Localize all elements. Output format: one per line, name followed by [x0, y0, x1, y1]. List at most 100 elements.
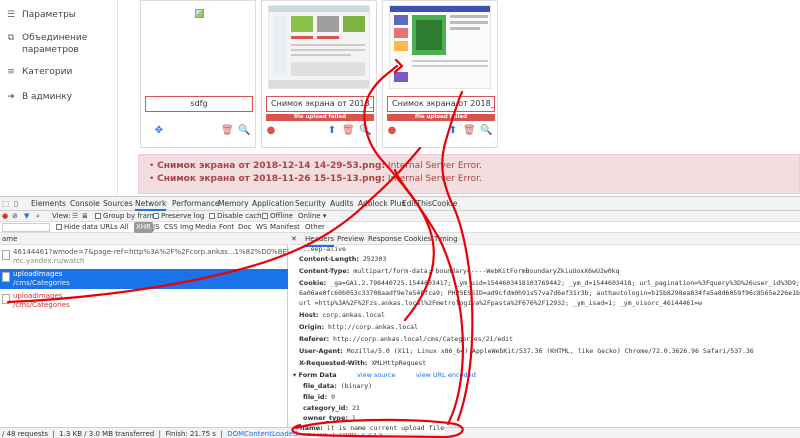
zoom-icon[interactable]: 🔍 — [359, 125, 371, 137]
list-view-icon[interactable]: ☰ — [72, 211, 78, 222]
image-thumbnail — [147, 5, 249, 89]
throttling-select[interactable]: Online ▾ — [298, 211, 326, 222]
disable-cache-checkbox[interactable]: Disable cache — [209, 211, 266, 222]
tab-security[interactable]: Security — [295, 197, 326, 211]
error-icon: ● — [387, 125, 397, 136]
file-icon — [2, 272, 10, 282]
image-thumbnail — [389, 5, 491, 89]
header-row: Referer: http://corp.ankas.local/cms/Cat… — [299, 335, 514, 343]
upload-failed-bar: file upload failed — [266, 114, 374, 121]
request-row[interactable]: uploadImages /cms/Categories — [0, 291, 288, 311]
image-thumbnail — [268, 5, 370, 89]
network-toolbar: ● ⊘ ▼ ⌕ View: ☰ ≣ Group by frame Preserv… — [0, 211, 800, 222]
sliders-icon: ☰ — [6, 10, 16, 20]
close-icon[interactable]: ✕ — [291, 233, 297, 245]
upload-icon[interactable]: ⬆ — [326, 125, 338, 137]
view-url-encoded-link[interactable]: view URL encoded — [416, 371, 476, 379]
type-filter-font[interactable]: Font — [219, 222, 234, 233]
image-card: Снимок экрана от 2018_11_26 15_ file upl… — [382, 0, 498, 148]
tab-performance[interactable]: Performance — [172, 197, 220, 211]
search-icon[interactable]: ⌕ — [36, 211, 40, 222]
tab-audits[interactable]: Audits — [330, 197, 354, 211]
tab-application[interactable]: Application — [252, 197, 294, 211]
type-filter-css[interactable]: CSS — [164, 222, 178, 233]
tab-editthiscookie[interactable]: EditThisCookie — [402, 197, 457, 211]
type-filter-ws[interactable]: WS — [256, 222, 267, 233]
hide-data-urls-checkbox[interactable]: Hide data URLs — [56, 222, 118, 233]
error-message: • Снимок экрана от 2018-12-14 14-29-53.p… — [149, 161, 482, 171]
image-name-input[interactable]: sdfg — [145, 96, 253, 112]
form-data-row-name: name: it is name current upload file — [300, 424, 445, 433]
tab-elements[interactable]: Elements — [31, 197, 66, 211]
request-row[interactable]: uploadImages /cms/Categories — [0, 269, 288, 289]
list-icon: ≡ — [7, 67, 15, 77]
sidebar-item-label: Объединение параметров — [22, 33, 88, 55]
form-data-section[interactable]: ▾ Form Data view source view URL encoded — [293, 371, 476, 380]
preserve-log-checkbox[interactable]: Preserve log — [153, 211, 204, 222]
tab-response[interactable]: Response — [368, 233, 402, 245]
group-by-frame-checkbox[interactable]: Group by frame — [95, 211, 158, 222]
move-icon[interactable]: ✥ — [153, 125, 165, 137]
device-icon[interactable]: ▯ — [14, 197, 18, 211]
error-alert: • Снимок экрана от 2018-12-14 14-29-53.p… — [138, 154, 800, 194]
header-row: ...eep-alive — [299, 245, 346, 253]
file-icon — [2, 250, 10, 260]
type-filter-img[interactable]: Img — [180, 222, 193, 233]
inspect-icon[interactable]: ⬚ — [2, 197, 9, 211]
sidebar-item-merge-parameters[interactable]: ⧉ Объединение параметров — [0, 32, 118, 56]
zoom-icon[interactable]: 🔍 — [238, 125, 250, 137]
header-row: Host: corp.ankas.local — [299, 311, 386, 319]
view-label: View: — [52, 212, 71, 220]
type-filter-js[interactable]: JS — [153, 222, 160, 233]
screenshot-thumbnail — [269, 6, 369, 88]
sidebar-item-label: Категории — [22, 67, 73, 77]
tab-console[interactable]: Console — [70, 197, 100, 211]
sign-in-icon: ➜ — [7, 92, 15, 102]
tab-network[interactable]: Network — [135, 197, 167, 211]
tab-adblock-plus[interactable]: Adblock Plus — [358, 197, 405, 211]
type-filter-other[interactable]: Other — [305, 222, 325, 233]
type-filter-xhr[interactable]: XHR — [134, 222, 153, 233]
type-filter-doc[interactable]: Doc — [238, 222, 252, 233]
record-icon[interactable]: ● — [2, 211, 8, 222]
image-card: sdfg ✥ 🗑 🔍 — [140, 0, 256, 148]
header-row: 6a06ae0fc60b053c33708aadf9e7e548fca9; PH… — [299, 289, 800, 297]
zoom-icon[interactable]: 🔍 — [480, 125, 492, 137]
tab-preview[interactable]: Preview — [337, 233, 364, 245]
type-filter-manifest[interactable]: Manifest — [270, 222, 300, 233]
tab-cookies[interactable]: Cookies — [404, 233, 431, 245]
screenshot-thumbnail — [390, 6, 490, 88]
tab-memory[interactable]: Memory — [218, 197, 249, 211]
form-data-row: file_id: 0 — [303, 393, 336, 401]
upload-failed-bar: file upload failed — [387, 114, 495, 121]
request-detail: ✕ Headers Preview Response Cookies Timin… — [289, 233, 800, 427]
offline-checkbox[interactable]: Offline — [262, 211, 293, 222]
type-filter-media[interactable]: Media — [195, 222, 216, 233]
header-row: Content-Type: multipart/form-data; bound… — [299, 267, 620, 275]
clear-icon[interactable]: ⊘ — [12, 211, 18, 222]
request-list: ame 46144461?wmode=7&page-ref=http%3A%2F… — [0, 233, 365, 427]
image-name-input[interactable]: Снимок экрана от 2018_11_26 15_ — [387, 96, 495, 112]
broken-image-icon — [195, 9, 204, 18]
upload-icon[interactable]: ⬆ — [447, 125, 459, 137]
sidebar-item-label: В админку — [22, 92, 73, 102]
network-filter-bar: Hide data URLs All XHR JS CSS Img Media … — [0, 222, 800, 233]
trash-icon[interactable]: 🗑 — [221, 125, 234, 137]
waterfall-view-icon[interactable]: ≣ — [82, 211, 88, 222]
header-row: url =http%3A%2F%2Fzs.ankas.local%2Fmetro… — [299, 299, 703, 307]
filter-icon[interactable]: ▼ — [24, 211, 29, 222]
detail-tabs: ✕ Headers Preview Response Cookies Timin… — [289, 233, 800, 247]
tab-timing[interactable]: Timing — [434, 233, 458, 245]
header-row: X-Requested-With: XMLHttpRequest — [299, 359, 427, 367]
request-row[interactable]: 46144461?wmode=7&page-ref=http%3A%2F%2Fc… — [0, 247, 365, 267]
trash-icon[interactable]: 🗑 — [342, 125, 355, 137]
tab-sources[interactable]: Sources — [103, 197, 133, 211]
image-name-input[interactable]: Снимок экрана от 2018_12_14 14 — [266, 96, 374, 112]
view-source-link[interactable]: view source — [357, 371, 396, 379]
filter-input[interactable] — [2, 223, 50, 232]
devtools-panel: ⬚ ▯ Elements Console Sources Network Per… — [0, 196, 800, 438]
name-column-header[interactable]: ame — [0, 233, 288, 245]
sidebar: ☰ Параметры ⧉ Объединение параметров ≡ К… — [0, 0, 118, 196]
trash-icon[interactable]: 🗑 — [463, 125, 476, 137]
type-filter-all[interactable]: All — [120, 222, 129, 233]
